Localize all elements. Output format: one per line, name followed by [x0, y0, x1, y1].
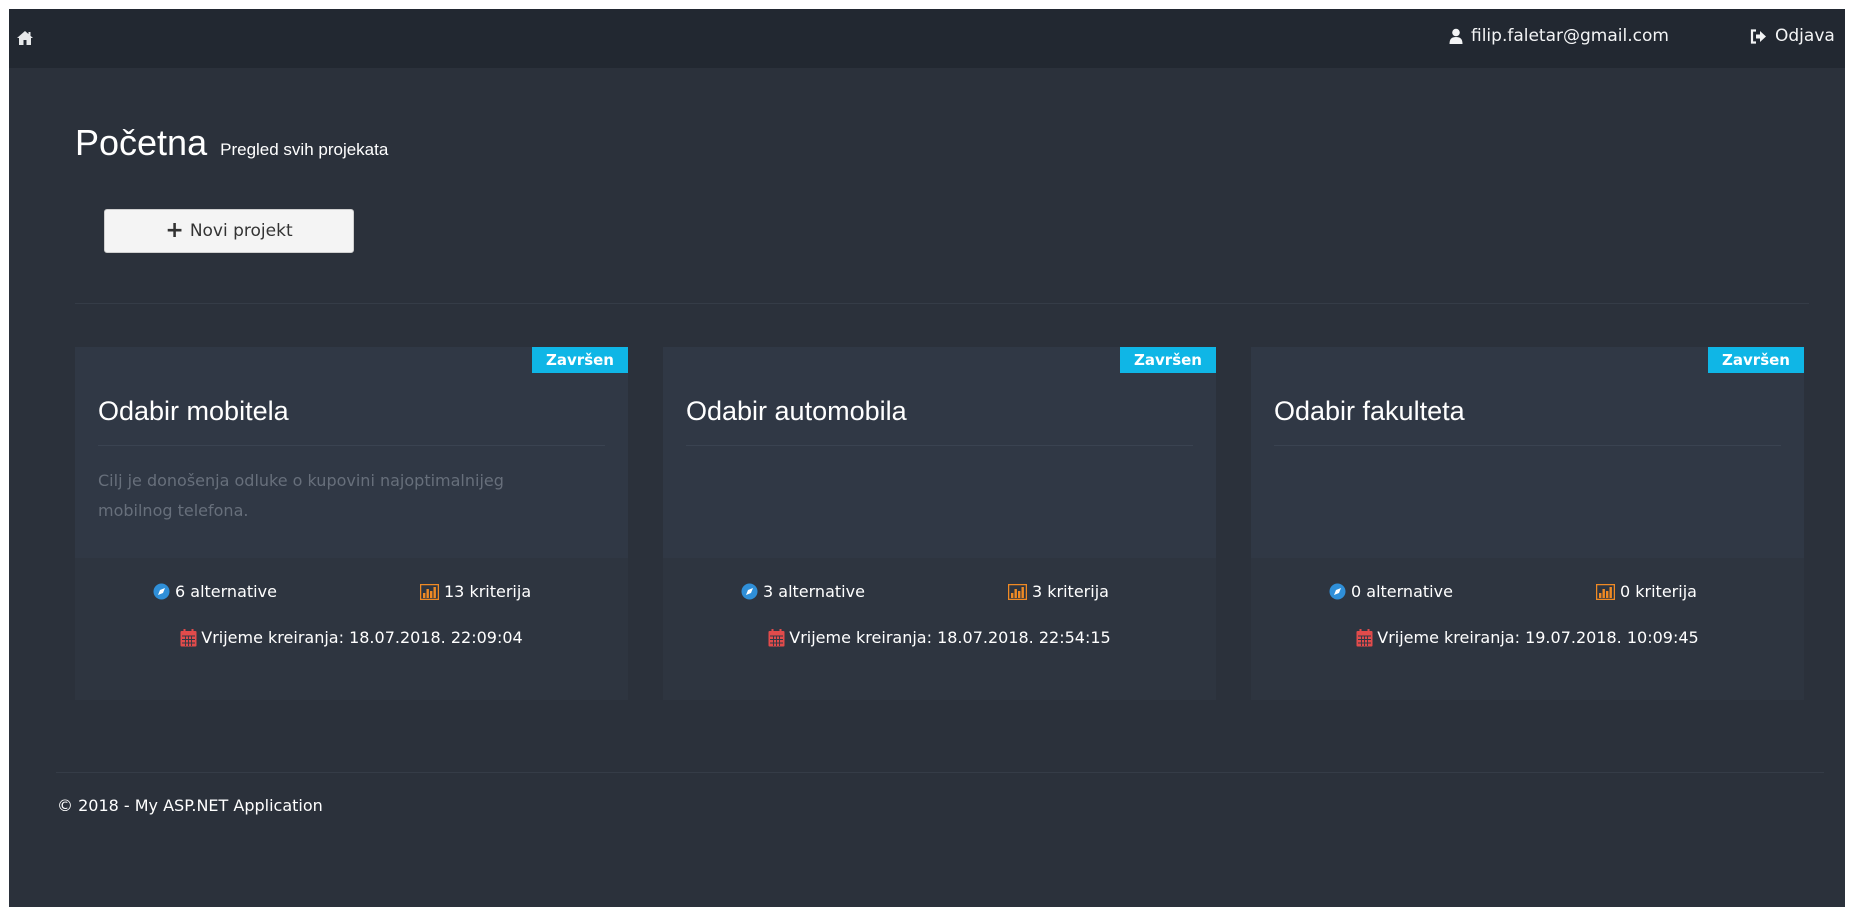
divider	[75, 303, 1809, 304]
criteria-icon	[1008, 583, 1027, 600]
created-time: Vrijeme kreiranja: 19.07.2018. 10:09:45	[1251, 628, 1804, 647]
project-description: Cilj je donošenja odluke o kupovini najo…	[98, 471, 504, 520]
status-badge: Završen	[532, 347, 628, 373]
page-subtitle: Pregled svih projekata	[220, 140, 389, 159]
status-badge: Završen	[1120, 347, 1216, 373]
project-title: Odabir mobitela	[98, 396, 289, 426]
project-card-odabir-fakulteta[interactable]: Završen Odabir fakulteta 0 alternative 0…	[1251, 347, 1804, 700]
created-label: Vrijeme kreiranja: 18.07.2018. 22:09:04	[201, 628, 523, 647]
card-divider	[1274, 445, 1781, 446]
top-navbar: filip.faletar@gmail.com Odjava	[9, 9, 1845, 68]
status-badge: Završen	[1708, 347, 1804, 373]
logout-link[interactable]: Odjava	[1750, 24, 1835, 48]
created-label: Vrijeme kreiranja: 18.07.2018. 22:54:15	[789, 628, 1111, 647]
alternatives-icon	[1329, 583, 1346, 600]
footer-copyright: © 2018 - My ASP.NET Application	[57, 796, 323, 815]
criteria-stat: 13 kriterija	[420, 582, 531, 601]
criteria-stat: 0 kriterija	[1596, 582, 1697, 601]
page-header: Početna Pregled svih projekata	[75, 122, 388, 164]
user-icon	[1449, 28, 1463, 44]
footer-divider	[56, 772, 1824, 773]
project-title: Odabir automobila	[686, 396, 907, 426]
alternatives-stat: 3 alternative	[741, 582, 865, 601]
logout-label: Odjava	[1775, 26, 1835, 46]
project-card-odabir-automobila[interactable]: Završen Odabir automobila 3 alternative	[663, 347, 1216, 700]
calendar-icon	[768, 628, 785, 646]
alternatives-count: 0 alternative	[1351, 582, 1453, 601]
logout-icon	[1750, 28, 1766, 44]
card-divider	[98, 445, 605, 446]
alternatives-icon	[741, 583, 758, 600]
project-card-footer: 6 alternative 13 kriterija Vrijeme kreir…	[75, 558, 628, 700]
page-title: Početna	[75, 122, 208, 163]
plus-icon: +	[165, 218, 184, 243]
alternatives-stat: 0 alternative	[1329, 582, 1453, 601]
alternatives-icon	[153, 583, 170, 600]
created-time: Vrijeme kreiranja: 18.07.2018. 22:09:04	[75, 628, 628, 647]
created-time: Vrijeme kreiranja: 18.07.2018. 22:54:15	[663, 628, 1216, 647]
criteria-stat: 3 kriterija	[1008, 582, 1109, 601]
calendar-icon	[1356, 628, 1373, 646]
calendar-icon	[180, 628, 197, 646]
criteria-icon	[1596, 583, 1615, 600]
alternatives-count: 3 alternative	[763, 582, 865, 601]
criteria-count: 0 kriterija	[1620, 582, 1697, 601]
project-card-footer: 3 alternative 3 kriterija Vrijeme kreira…	[663, 558, 1216, 700]
new-project-button[interactable]: + Novi projekt	[104, 209, 354, 253]
criteria-count: 13 kriterija	[444, 582, 532, 601]
user-email: filip.faletar@gmail.com	[1471, 26, 1669, 46]
app-frame: filip.faletar@gmail.com Odjava Početna P…	[9, 9, 1845, 907]
criteria-icon	[420, 583, 439, 600]
user-menu[interactable]: filip.faletar@gmail.com	[1449, 24, 1669, 48]
new-project-label: Novi projekt	[189, 221, 293, 241]
home-icon[interactable]	[16, 29, 34, 47]
project-title: Odabir fakulteta	[1274, 396, 1465, 426]
alternatives-stat: 6 alternative	[153, 582, 277, 601]
criteria-count: 3 kriterija	[1032, 582, 1109, 601]
card-divider	[686, 445, 1193, 446]
project-card-footer: 0 alternative 0 kriterija Vrijeme kreira…	[1251, 558, 1804, 700]
project-card-odabir-mobitela[interactable]: Završen Odabir mobitela Cilj je donošenj…	[75, 347, 628, 700]
created-label: Vrijeme kreiranja: 19.07.2018. 10:09:45	[1377, 628, 1699, 647]
alternatives-count: 6 alternative	[175, 582, 277, 601]
